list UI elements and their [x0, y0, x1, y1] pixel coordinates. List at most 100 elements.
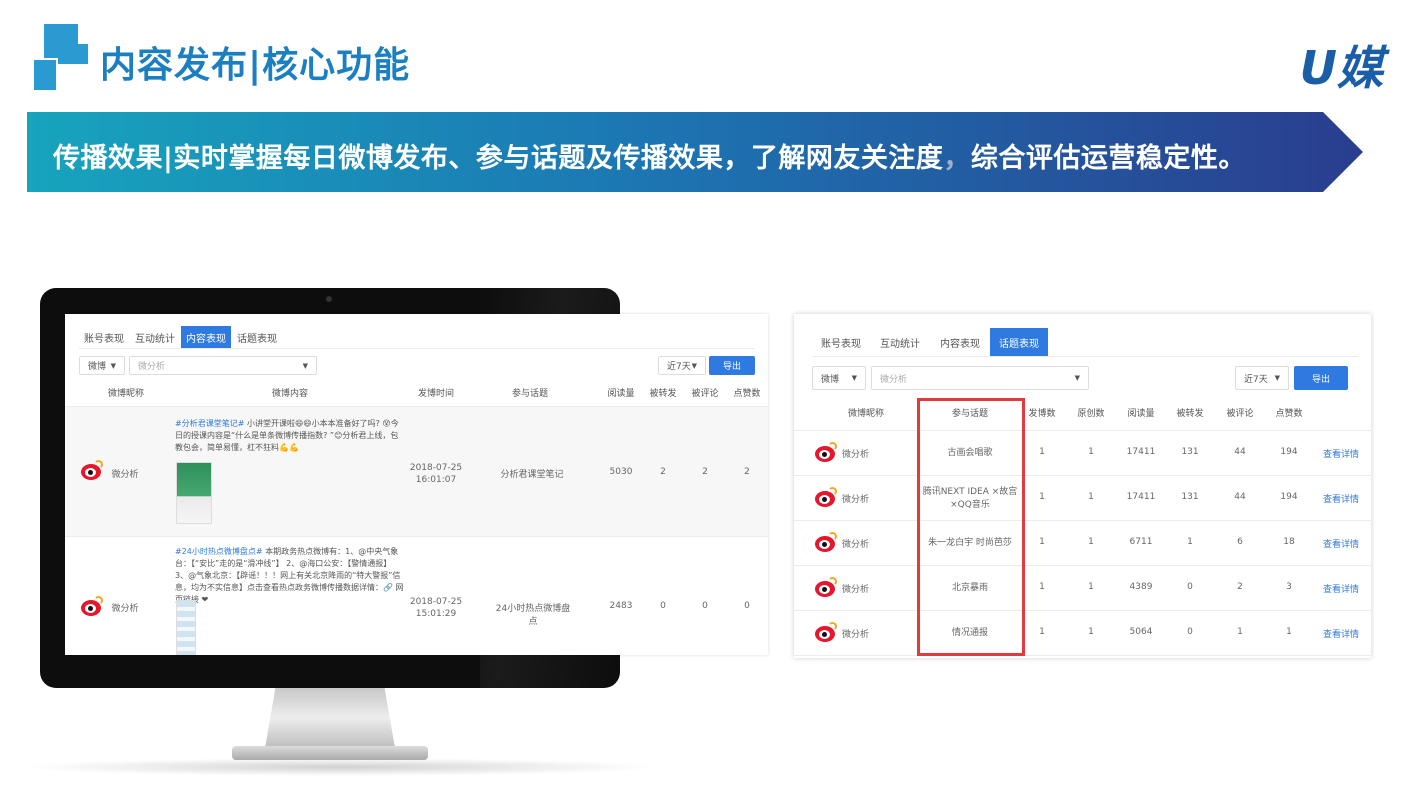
- view-detail-link[interactable]: 查看详情: [1316, 447, 1366, 460]
- page-title: 内容发布|核心功能: [100, 45, 411, 86]
- camera-dot: [326, 296, 332, 302]
- post-comments: 2: [702, 467, 708, 477]
- weibo-logo-icon: [814, 577, 838, 599]
- topic-posts: 1: [1039, 447, 1045, 457]
- post-image-thumbnail[interactable]: [176, 600, 196, 655]
- feature-banner: 传播效果|实时掌握每日微博发布、参与话题及传播效果，了解网友关注度，综合评估运营…: [27, 112, 1363, 192]
- topic-likes: 18: [1283, 537, 1295, 547]
- section-logo-squares: [30, 24, 92, 90]
- post-reads: 2483: [609, 601, 633, 611]
- topic-original: 1: [1088, 582, 1094, 592]
- tab-content[interactable]: 内容表现: [930, 328, 990, 356]
- topic-original: 1: [1088, 492, 1094, 502]
- topic-posts: 1: [1039, 582, 1045, 592]
- post-topic-tag[interactable]: #24小时热点微博盘点#: [175, 547, 263, 556]
- topic-likes: 194: [1280, 447, 1298, 457]
- export-button[interactable]: 导出: [709, 356, 755, 375]
- platform-select[interactable]: 微博 ▼: [79, 356, 125, 375]
- topic-reposts: 1: [1187, 537, 1193, 547]
- nickname: 微分析: [111, 470, 139, 480]
- topic-likes: 1: [1286, 627, 1292, 637]
- topic-performance-screen: 账号表现 互动统计 内容表现 话题表现 微博 ▼ 微分析 ▼ 近7天 ▼ 导出 微博昵…: [794, 314, 1371, 658]
- post-content: #24小时热点微博盘点# 本期政务热点微博有：1、@中央气象台：【“安比”走的是…: [175, 547, 404, 604]
- col-header: 被评论: [691, 389, 719, 399]
- brand-logo: U媒: [1299, 41, 1383, 95]
- view-detail-link[interactable]: 查看详情: [1316, 627, 1366, 640]
- tab-topic[interactable]: 话题表现: [990, 328, 1048, 356]
- topic-likes: 194: [1280, 492, 1298, 502]
- topic-likes: 3: [1286, 582, 1292, 592]
- topic-comments: 6: [1237, 537, 1243, 547]
- banner-text: 传播效果|实时掌握每日微博发布、参与话题及传播效果，了解网友关注度，综合评估运营…: [53, 143, 1246, 174]
- col-header: 微博昵称: [847, 409, 884, 419]
- post-topic: 分析君课堂笔记: [500, 470, 564, 480]
- view-detail-link[interactable]: 查看详情: [1316, 537, 1366, 550]
- post-reposts: 2: [660, 467, 666, 477]
- topic-posts: 1: [1039, 492, 1045, 502]
- weibo-logo-icon: [814, 622, 838, 644]
- post-topic: 24小时热点微博盘点: [495, 604, 571, 627]
- weibo-logo-icon: [80, 460, 104, 482]
- nickname: 微分析: [842, 495, 870, 505]
- topic-reposts: 0: [1187, 627, 1193, 637]
- post-time: 2018-07-25 16:01:07: [409, 463, 463, 485]
- topic-original: 1: [1088, 627, 1094, 637]
- nickname: 微分析: [842, 540, 870, 550]
- nickname: 微分析: [111, 604, 139, 614]
- topic-comments: 1: [1237, 627, 1243, 637]
- col-header: 微博内容: [271, 389, 308, 399]
- tab-interaction[interactable]: 互动统计: [129, 326, 181, 348]
- weibo-logo-icon: [80, 596, 104, 618]
- col-header: 被转发: [1176, 409, 1204, 419]
- monitor-base: [232, 746, 428, 760]
- monitor-shadow: [20, 758, 660, 776]
- col-header: 点赞数: [733, 389, 761, 399]
- nickname: 微分析: [842, 585, 870, 595]
- content-performance-screen: 账号表现 互动统计 内容表现 话题表现 微博 ▼ 微分析 ▼ 近7天 ▼ 导出 微博昵…: [65, 314, 768, 655]
- topic-reads: 6711: [1129, 537, 1153, 547]
- col-header: 发博数: [1028, 409, 1056, 419]
- post-comments: 0: [702, 601, 708, 611]
- topic-comments: 44: [1234, 447, 1246, 457]
- tab-account[interactable]: 账号表现: [79, 326, 129, 348]
- topic-original: 1: [1088, 537, 1094, 547]
- post-reposts: 0: [660, 601, 666, 611]
- export-button[interactable]: 导出: [1294, 366, 1348, 390]
- col-header: 原创数: [1077, 409, 1105, 419]
- post-content: #分析君课堂笔记# 小讲堂开课啦😄😄小本本准备好了吗? 😵今日的授课内容是“什么…: [175, 419, 399, 452]
- col-header: 阅读量: [1127, 409, 1155, 419]
- range-select[interactable]: 近7天 ▼: [658, 356, 706, 375]
- right-tabs: 账号表现 互动统计 内容表现 话题表现: [812, 328, 1048, 356]
- topic-reads: 4389: [1129, 582, 1153, 592]
- tab-account[interactable]: 账号表现: [812, 328, 870, 356]
- monitor-stand: [265, 688, 395, 748]
- tab-interaction[interactable]: 互动统计: [870, 328, 930, 356]
- topic-reads: 17411: [1126, 492, 1156, 502]
- topic-column-highlight: [917, 398, 1025, 656]
- tab-topic[interactable]: 话题表现: [231, 326, 283, 348]
- topic-original: 1: [1088, 447, 1094, 457]
- view-detail-link[interactable]: 查看详情: [1316, 492, 1366, 505]
- topic-comments: 2: [1237, 582, 1243, 592]
- weibo-logo-icon: [814, 487, 838, 509]
- col-header: 被转发: [649, 389, 677, 399]
- topic-reposts: 0: [1187, 582, 1193, 592]
- post-likes: 0: [744, 601, 750, 611]
- topic-reposts: 131: [1181, 492, 1199, 502]
- tab-content[interactable]: 内容表现: [181, 326, 231, 348]
- left-tabs: 账号表现 互动统计 内容表现 话题表现: [79, 326, 283, 348]
- col-header: 阅读量: [607, 389, 635, 399]
- post-topic-tag[interactable]: #分析君课堂笔记#: [175, 419, 244, 428]
- account-select[interactable]: 微分析 ▼: [129, 356, 317, 375]
- platform-select[interactable]: 微博 ▼: [812, 366, 866, 390]
- topic-posts: 1: [1039, 537, 1045, 547]
- account-select[interactable]: 微分析 ▼: [871, 366, 1089, 390]
- post-image-thumbnail[interactable]: [176, 462, 212, 524]
- col-header: 发博时间: [417, 389, 454, 399]
- topic-reads: 17411: [1126, 447, 1156, 457]
- topic-comments: 44: [1234, 492, 1246, 502]
- view-detail-link[interactable]: 查看详情: [1316, 582, 1366, 595]
- range-select[interactable]: 近7天 ▼: [1235, 366, 1289, 390]
- col-header: 被评论: [1226, 409, 1254, 419]
- col-header: 微博昵称: [107, 389, 144, 399]
